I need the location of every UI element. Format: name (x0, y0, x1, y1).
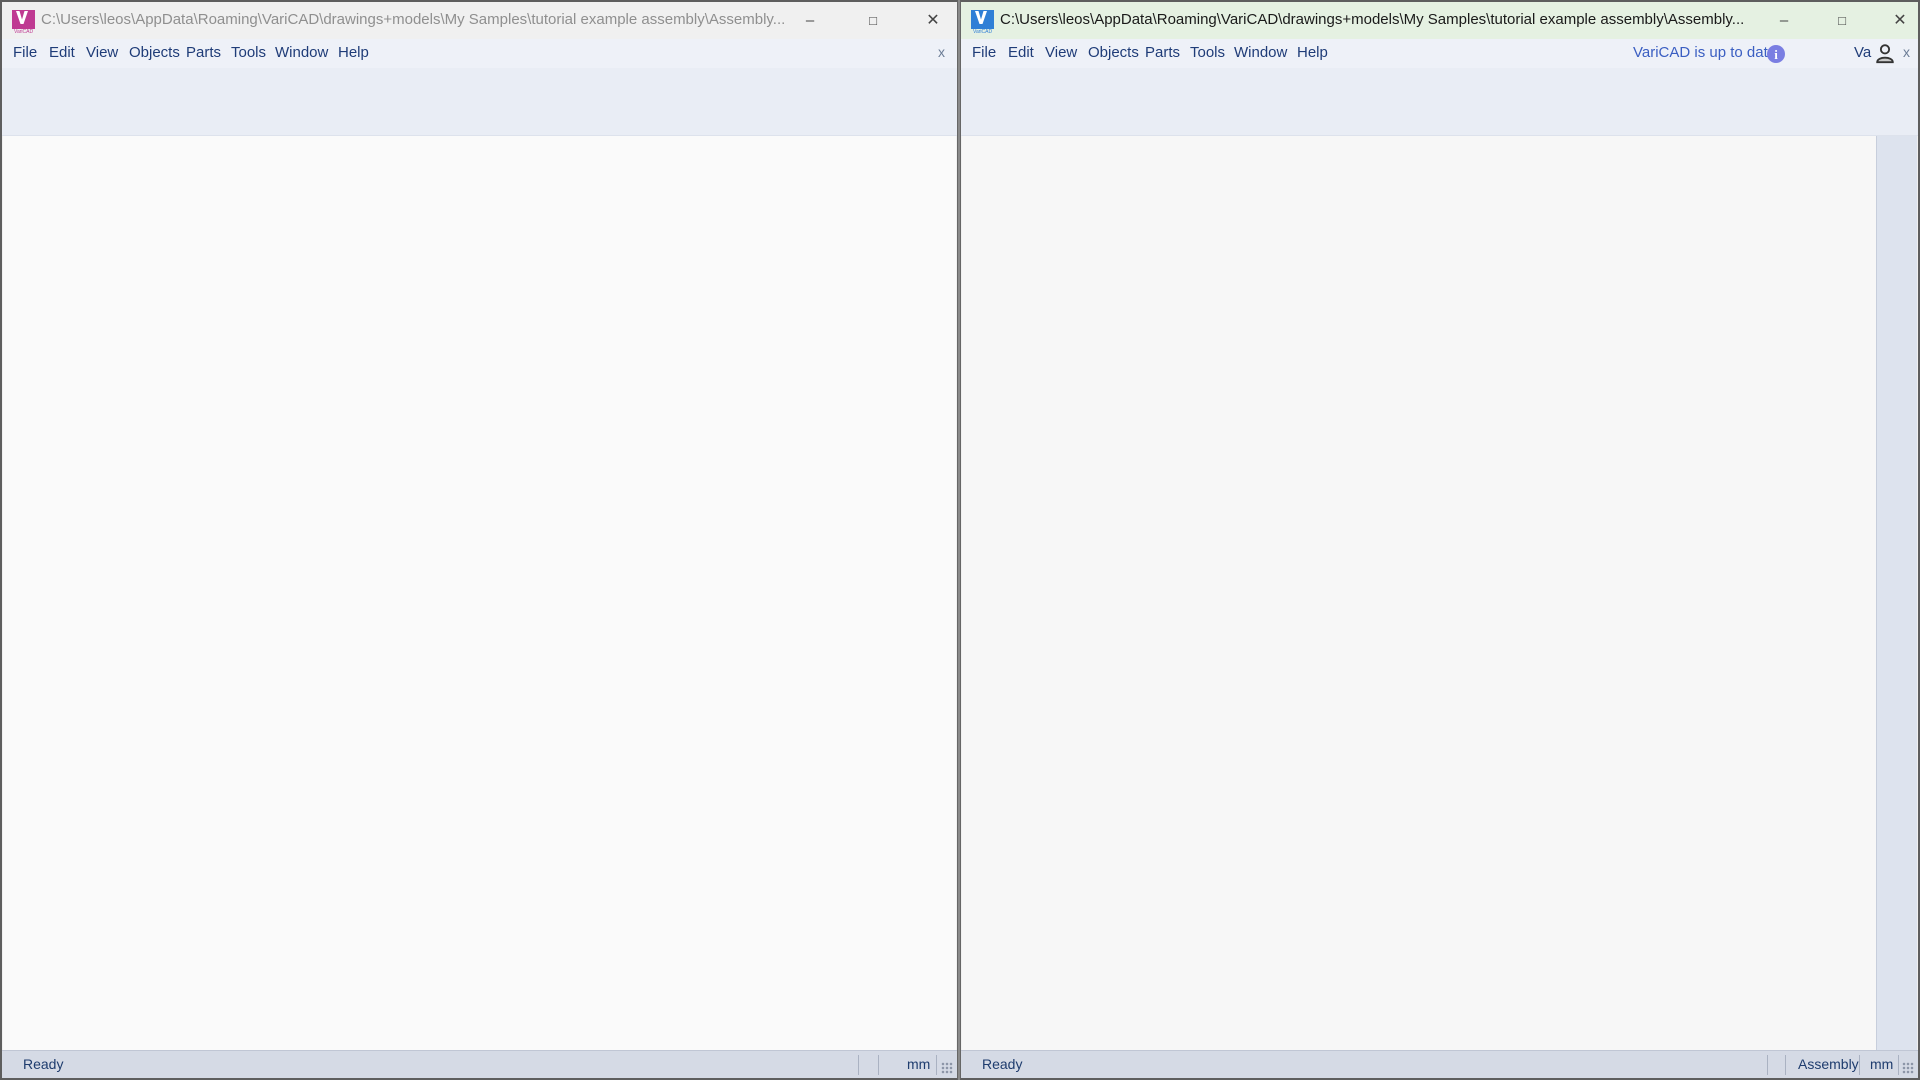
svg-text:VariCAD: VariCAD (973, 29, 992, 33)
svg-text:i: i (1774, 47, 1778, 62)
svg-text:VariCAD: VariCAD (14, 29, 33, 33)
